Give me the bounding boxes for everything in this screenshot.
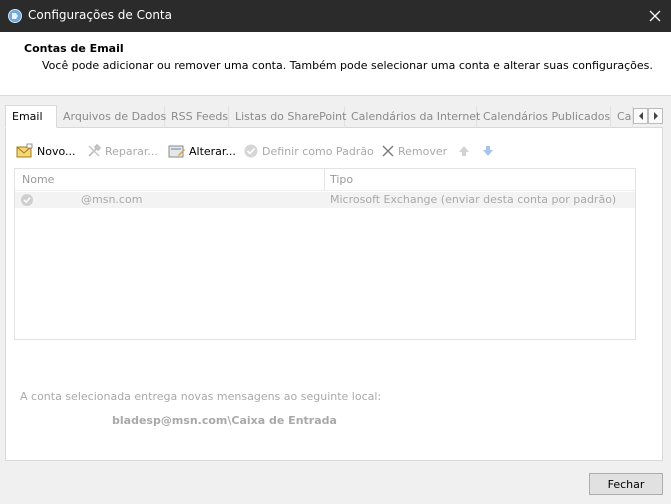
remove-account-button[interactable]: Remover [381, 140, 447, 162]
delivery-location-value: bladesp@msn.com\Caixa de Entrada [112, 414, 337, 427]
account-settings-icon [7, 8, 23, 24]
accounts-list: Nome Tipo @msn.com Microsoft Exchange (e… [14, 168, 636, 340]
close-icon [649, 10, 661, 22]
repair-account-label: Reparar... [105, 144, 158, 158]
chevron-left-icon [638, 112, 643, 120]
column-divider[interactable] [324, 169, 325, 191]
change-account-button[interactable]: Alterar... [168, 140, 236, 162]
account-toolbar: Novo... Reparar... Alterar... Definir co… [16, 140, 656, 162]
dialog-header: Contas de Email Você pode adicionar ou r… [0, 32, 671, 96]
tab-rss-feeds[interactable]: RSS Feeds [165, 106, 229, 128]
new-account-button[interactable]: Novo... [16, 140, 76, 162]
tab-scroll-right-button[interactable] [648, 108, 663, 124]
remove-account-label: Remover [398, 144, 448, 158]
change-account-icon [168, 145, 185, 158]
tab-data-files[interactable]: Arquivos de Dados [57, 106, 166, 128]
tab-scroll-buttons [633, 108, 663, 124]
arrow-down-icon [483, 146, 493, 156]
email-tab-panel: Novo... Reparar... Alterar... Definir co… [5, 128, 663, 461]
repair-tools-icon [88, 143, 102, 157]
account-type: Microsoft Exchange (enviar desta conta p… [330, 193, 617, 206]
column-header-type[interactable]: Tipo [330, 173, 353, 186]
delivery-location-label: A conta selecionada entrega novas mensag… [20, 390, 382, 403]
tab-internet-calendars[interactable]: Calendários da Internet [345, 106, 480, 128]
set-default-label: Definir como Padrão [262, 144, 374, 158]
repair-account-button[interactable]: Reparar... [86, 140, 158, 162]
tab-strip: Email Arquivos de Dados RSS Feeds Listas… [5, 105, 663, 128]
remove-x-icon [382, 145, 394, 157]
header-description: Você pode adicionar ou remover uma conta… [42, 59, 653, 72]
dialog-body: Email Arquivos de Dados RSS Feeds Listas… [0, 96, 671, 504]
tab-address-books[interactable]: Ca [611, 106, 633, 128]
change-account-label: Alterar... [189, 144, 236, 158]
close-window-button[interactable] [639, 0, 671, 32]
arrow-up-icon [459, 146, 469, 156]
move-down-button[interactable] [482, 140, 494, 162]
default-account-check-icon [20, 193, 34, 207]
chevron-right-icon [653, 112, 658, 120]
accounts-list-header: Nome Tipo [15, 169, 635, 191]
tab-sharepoint-lists[interactable]: Listas do SharePoint [229, 106, 346, 128]
title-bar: Configurações de Conta [0, 0, 671, 32]
tab-email[interactable]: Email [5, 105, 57, 128]
new-email-icon [16, 143, 33, 158]
close-button[interactable]: Fechar [589, 473, 663, 495]
move-up-button[interactable] [458, 140, 470, 162]
column-header-name[interactable]: Nome [22, 173, 54, 186]
account-row[interactable]: @msn.com Microsoft Exchange (enviar dest… [15, 192, 635, 208]
header-title: Contas de Email [24, 42, 124, 55]
set-default-button[interactable]: Definir como Padrão [243, 140, 374, 162]
new-account-label: Novo... [37, 144, 76, 158]
checkmark-circle-icon [244, 144, 258, 158]
window-title: Configurações de Conta [28, 8, 172, 22]
tab-scroll-left-button[interactable] [633, 108, 648, 124]
tab-published-calendars[interactable]: Calendários Publicados [477, 106, 611, 128]
account-name: @msn.com [81, 193, 143, 206]
